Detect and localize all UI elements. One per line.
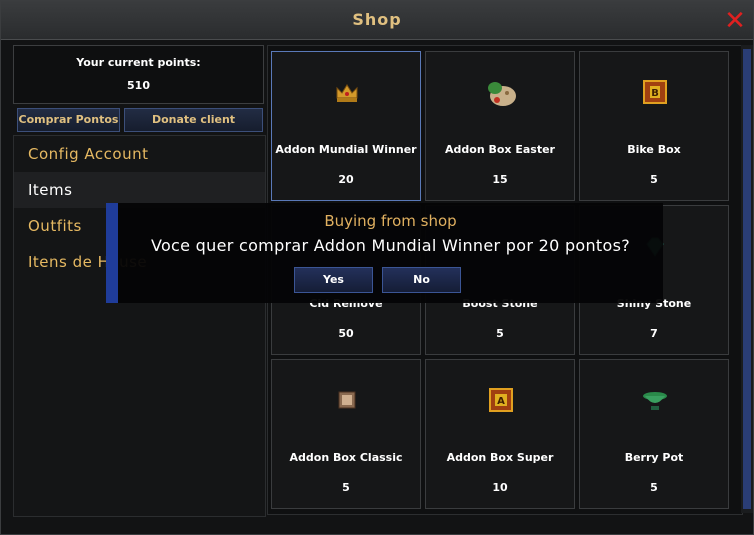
points-value: 510 [127,79,150,92]
dialog-title: Buying from shop [324,212,457,230]
easter-box-icon [485,76,517,108]
product-name: Addon Box Classic [289,451,403,464]
product-card[interactable]: B Bike Box 5 [579,51,729,201]
product-price: 7 [650,327,658,340]
svg-text:B: B [651,88,659,99]
product-name: Addon Box Easter [445,143,555,156]
title-bar: Shop ✕ [1,1,753,40]
product-name: Bike Box [627,143,681,156]
product-price: 10 [492,481,508,494]
menu-item-config-account[interactable]: Config Account [14,136,265,172]
scrollbar-thumb[interactable] [743,49,751,509]
points-box: Your current points: 510 [13,45,264,104]
product-name: Berry Pot [624,451,684,464]
product-name: Addon Mundial Winner [275,143,417,156]
product-price: 5 [650,481,658,494]
bike-box-icon: B [639,76,671,108]
product-card[interactable]: A Addon Box Super 10 [425,359,575,509]
category-menu: Config Account Items Outfits Itens de Ho… [13,135,266,517]
dialog-message: Voce quer comprar Addon Mundial Winner p… [150,236,631,255]
product-price: 5 [496,327,504,340]
no-button[interactable]: No [382,267,461,293]
product-price: 20 [338,173,354,186]
super-box-icon: A [485,384,517,416]
product-price: 15 [492,173,508,186]
berry-pot-icon [639,384,671,416]
product-name: Addon Box Super [446,451,554,464]
crown-icon [331,76,363,108]
yes-button[interactable]: Yes [294,267,373,293]
buy-points-button[interactable]: Comprar Pontos [17,108,120,132]
close-icon[interactable]: ✕ [723,8,747,34]
product-price: 50 [338,327,354,340]
product-card[interactable]: Addon Box Easter 15 [425,51,575,201]
donate-client-button[interactable]: Donate client [124,108,263,132]
product-card[interactable]: Addon Mundial Winner 20 [271,51,421,201]
product-price: 5 [650,173,658,186]
product-price: 5 [342,481,350,494]
points-label: Your current points: [76,56,201,69]
svg-text:A: A [497,396,505,407]
product-card[interactable]: Berry Pot 5 [579,359,729,509]
grid-scrollbar[interactable] [741,45,753,513]
classic-box-icon [331,384,363,416]
window-title: Shop [352,10,402,29]
product-card[interactable]: Addon Box Classic 5 [271,359,421,509]
confirm-purchase-dialog: Buying from shop Voce quer comprar Addon… [106,203,663,303]
